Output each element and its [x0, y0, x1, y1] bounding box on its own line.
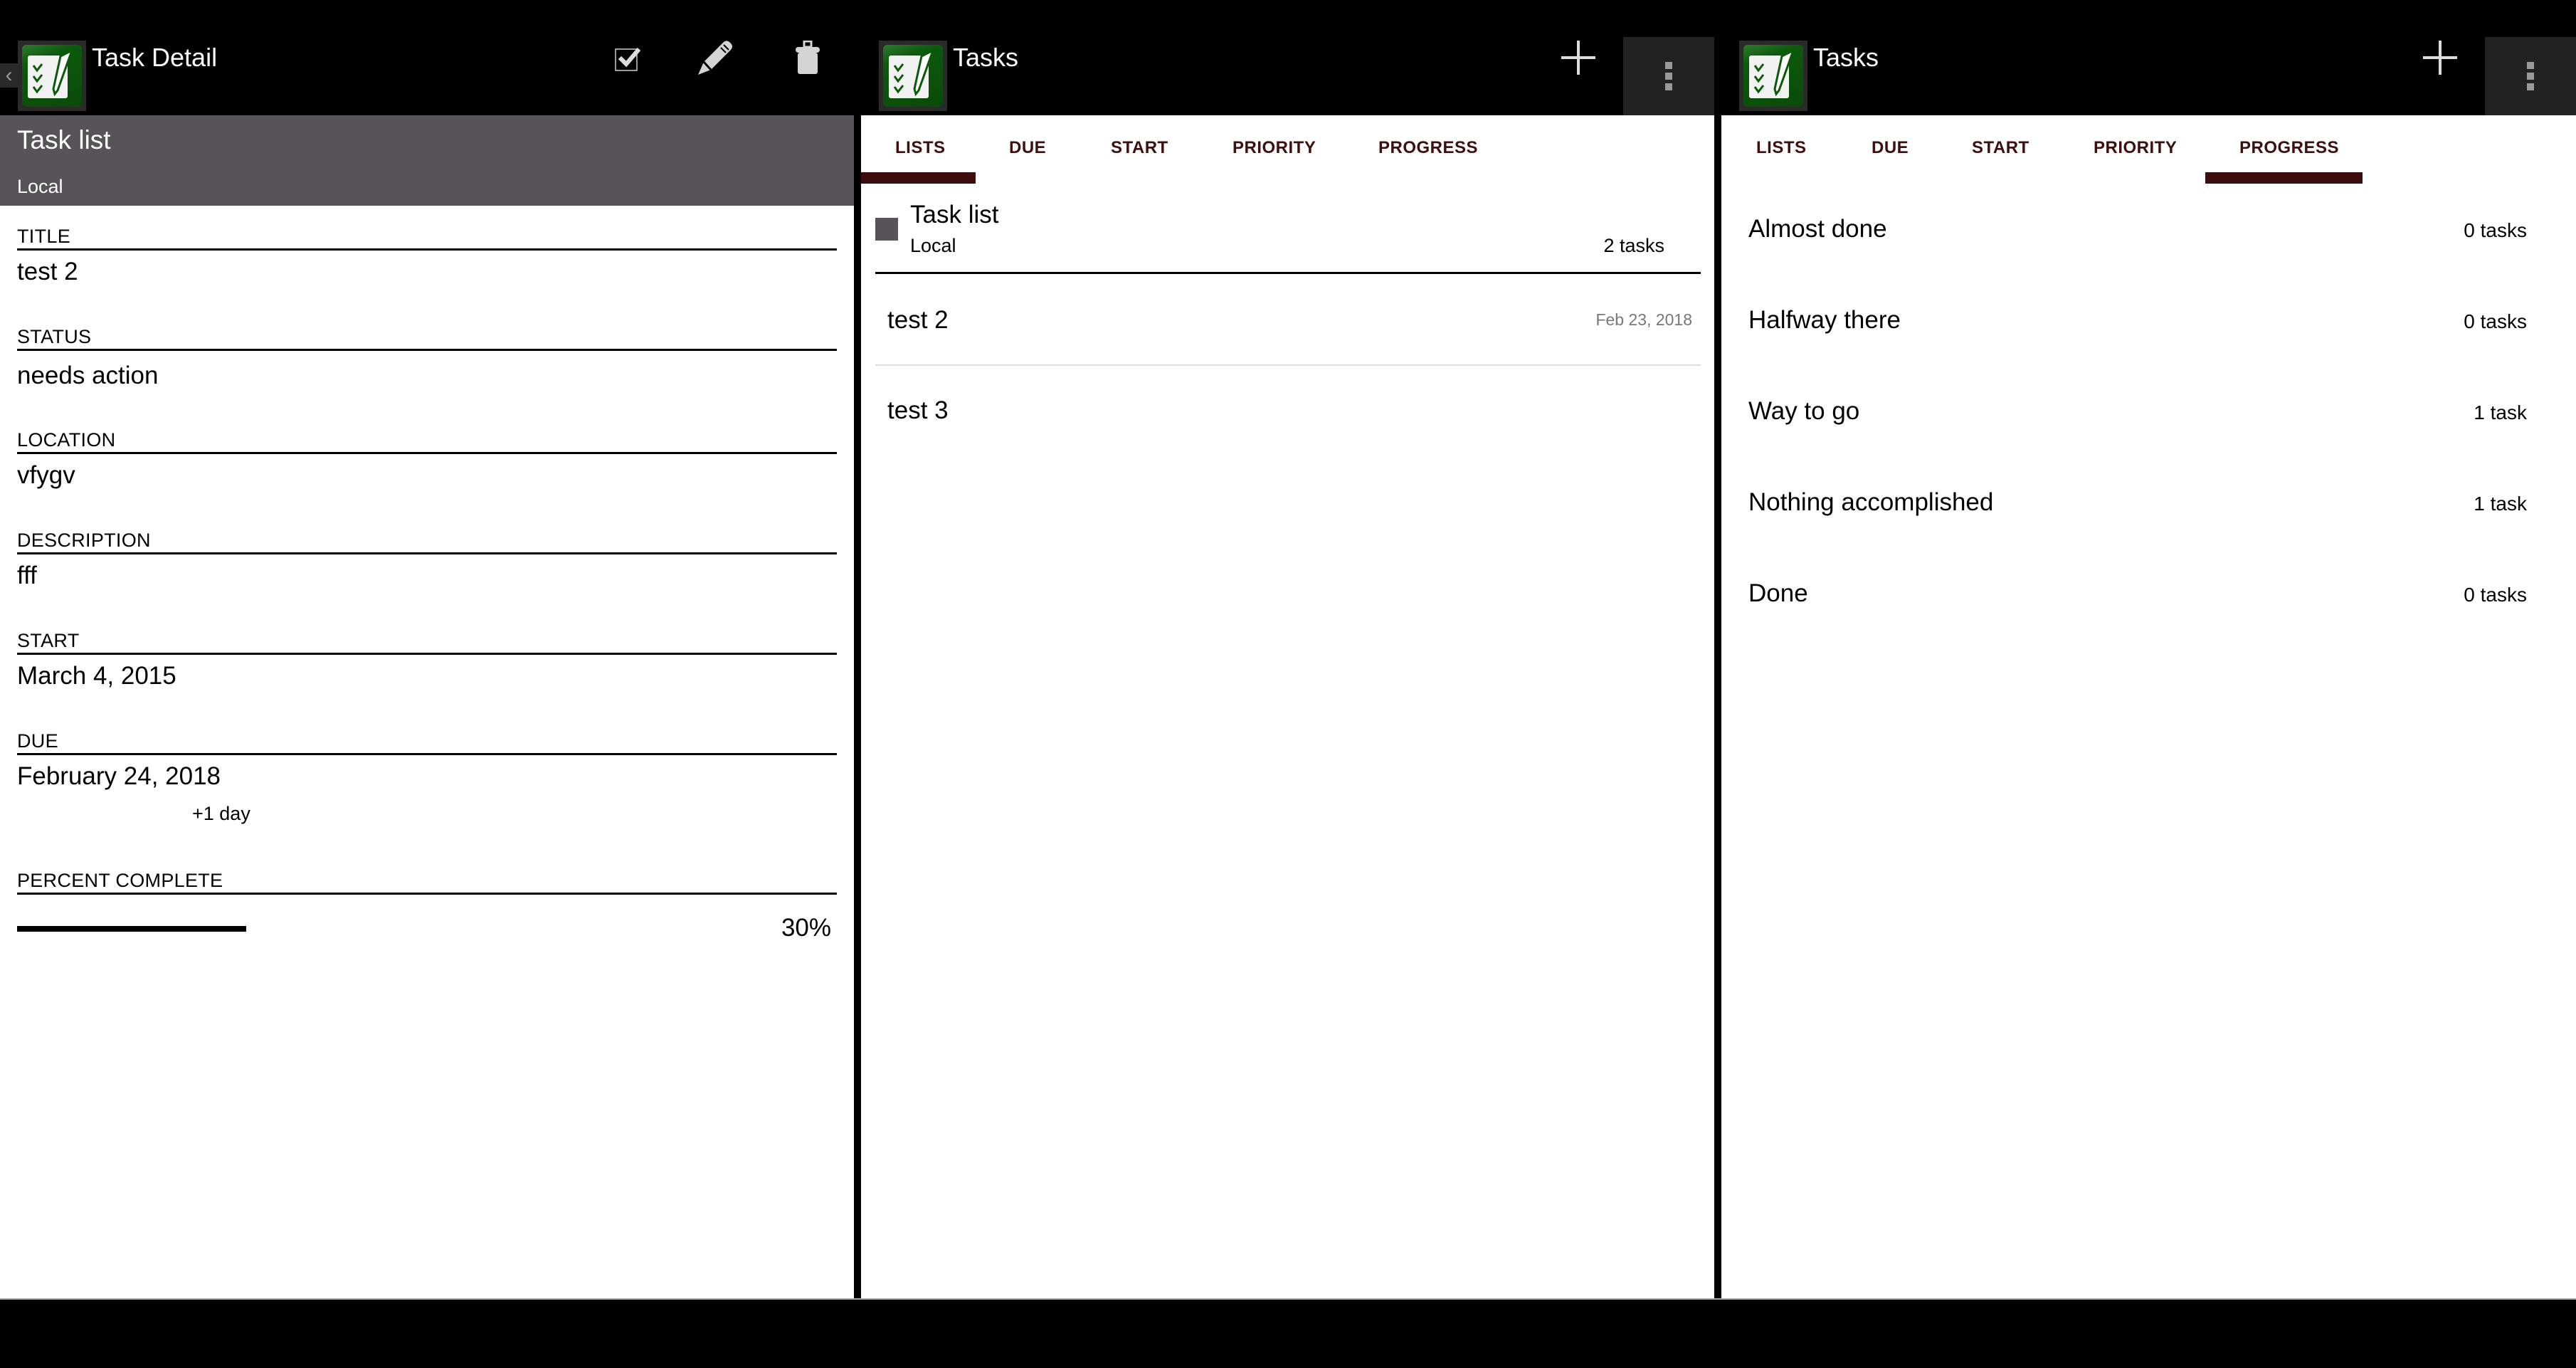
due-divider — [17, 753, 837, 755]
description-divider — [17, 552, 837, 554]
edit-pencil-icon — [698, 41, 732, 75]
list-group-header[interactable]: Task list Local 2 tasks — [861, 192, 1714, 272]
lists-action-bar: Tasks — [861, 0, 1714, 115]
task-row[interactable]: test 2 Feb 23, 2018 — [875, 276, 1701, 364]
add-task-button[interactable] — [1544, 0, 1612, 115]
location-field[interactable]: vfygv — [17, 461, 75, 490]
task-title: test 3 — [887, 396, 949, 424]
description-field[interactable]: fff — [17, 562, 37, 590]
active-tab-indicator — [2205, 172, 2363, 184]
tab-lists[interactable]: LISTS — [1756, 138, 1807, 158]
back-chevron-icon[interactable]: ‹ — [0, 63, 18, 88]
start-date-field[interactable]: March 4, 2015 — [17, 662, 176, 690]
tasks-lists-panel: Tasks LISTS DUE START PRIORITY PROGRESS … — [861, 0, 1714, 1298]
task-list-account: Local — [17, 176, 63, 197]
start-divider — [17, 653, 837, 655]
overflow-menu-button[interactable] — [1623, 37, 1714, 115]
progress-group-count: 0 tasks — [2464, 310, 2527, 332]
tasks-progress-panel: Tasks LISTS DUE START PRIORITY PROGRESS … — [1721, 0, 2576, 1298]
title-divider — [17, 248, 837, 251]
page-title: Tasks — [1813, 43, 1879, 72]
percent-complete-track[interactable] — [17, 926, 780, 932]
title-label: TITLE — [17, 226, 71, 247]
list-group-divider — [875, 272, 1701, 274]
location-label: LOCATION — [17, 429, 116, 451]
task-title: test 2 — [887, 306, 949, 334]
add-plus-icon — [2423, 41, 2457, 75]
add-task-button[interactable] — [2406, 0, 2474, 115]
tab-progress[interactable]: PROGRESS — [1378, 138, 1478, 158]
page-title: Tasks — [953, 43, 1019, 72]
overflow-menu-icon — [1665, 62, 1672, 69]
task-row-divider — [875, 364, 1701, 366]
app-icon[interactable] — [879, 41, 947, 111]
location-divider — [17, 452, 837, 454]
progress-group-row[interactable]: Almost done 0 tasks — [1721, 185, 2576, 276]
app-icon[interactable] — [1739, 41, 1807, 111]
delete-button[interactable] — [779, 0, 836, 115]
add-plus-icon — [1561, 41, 1595, 75]
due-date-field[interactable]: February 24, 2018 — [17, 762, 221, 791]
percent-complete-divider — [17, 893, 837, 895]
task-detail-panel: ‹ Task Detail Task list Local TITLE test… — [0, 0, 854, 1298]
progress-group-label: Almost done — [1748, 215, 1887, 243]
progress-group-count: 1 task — [2474, 401, 2527, 423]
tab-due[interactable]: DUE — [1872, 138, 1909, 158]
tab-priority[interactable]: PRIORITY — [2094, 138, 2177, 158]
due-relative-text: +1 day — [192, 803, 250, 824]
complete-button[interactable] — [599, 0, 656, 115]
task-list-header — [0, 115, 854, 206]
description-label: DESCRIPTION — [17, 530, 151, 551]
percent-complete-value: 30% — [781, 914, 831, 942]
progress-group-label: Nothing accomplished — [1748, 488, 1994, 516]
task-due-date: Feb 23, 2018 — [1595, 310, 1692, 329]
tab-start[interactable]: START — [1111, 138, 1168, 158]
progress-group-count: 0 tasks — [2464, 219, 2527, 241]
task-row[interactable]: test 3 — [875, 367, 1701, 455]
list-group-account: Local — [910, 235, 956, 256]
tab-start[interactable]: START — [1972, 138, 2029, 158]
list-group-name: Task list — [910, 201, 999, 228]
progress-group-label: Way to go — [1748, 397, 1860, 425]
status-divider — [17, 349, 837, 351]
overflow-menu-button[interactable] — [2485, 37, 2576, 115]
list-group-count: 2 tasks — [1603, 235, 1664, 256]
status-field[interactable]: needs action — [17, 362, 158, 390]
overflow-menu-icon — [2527, 62, 2534, 69]
edit-button[interactable] — [687, 0, 744, 115]
tab-lists[interactable]: LISTS — [895, 138, 946, 158]
active-tab-indicator — [861, 172, 976, 184]
progress-group-row[interactable]: Done 0 tasks — [1721, 549, 2576, 641]
tab-priority[interactable]: PRIORITY — [1232, 138, 1316, 158]
complete-checkbox-icon — [615, 48, 641, 71]
tab-due[interactable]: DUE — [1009, 138, 1046, 158]
progress-group-label: Halfway there — [1748, 306, 1901, 334]
tab-progress[interactable]: PROGRESS — [2239, 138, 2339, 158]
bottom-bar — [0, 1298, 2576, 1368]
progress-group-count: 0 tasks — [2464, 584, 2527, 606]
percent-complete-label: PERCENT COMPLETE — [17, 870, 223, 891]
app-icon[interactable] — [18, 41, 86, 111]
progress-group-row[interactable]: Halfway there 0 tasks — [1721, 276, 2576, 367]
progress-action-bar: Tasks — [1721, 0, 2576, 115]
percent-complete-bar — [17, 926, 246, 932]
progress-group-row[interactable]: Way to go 1 task — [1721, 367, 2576, 458]
list-color-swatch — [875, 218, 898, 241]
status-label: STATUS — [17, 326, 92, 347]
page-title: Task Detail — [92, 43, 218, 72]
progress-group-count: 1 task — [2474, 493, 2527, 515]
progress-group-label: Done — [1748, 579, 1808, 607]
detail-action-bar: ‹ Task Detail — [0, 0, 854, 115]
due-label: DUE — [17, 730, 58, 752]
start-label: START — [17, 630, 80, 651]
title-field[interactable]: test 2 — [17, 258, 78, 286]
task-list-name: Task list — [17, 125, 111, 154]
delete-trash-icon — [796, 41, 820, 74]
progress-group-row[interactable]: Nothing accomplished 1 task — [1721, 458, 2576, 549]
